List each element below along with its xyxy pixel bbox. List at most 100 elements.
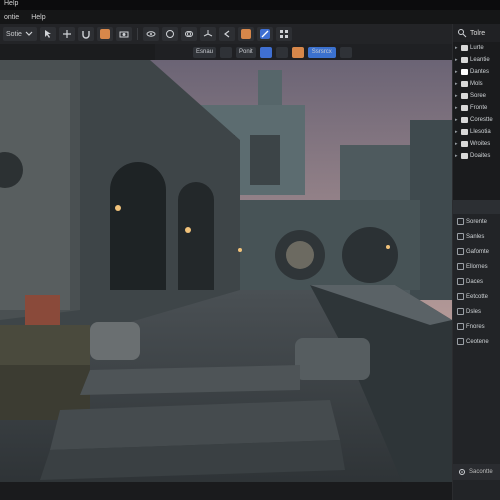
orange-cube-button[interactable] <box>237 27 254 41</box>
select-tool-button[interactable] <box>39 27 56 41</box>
expand-arrow-icon[interactable]: ▸ <box>455 93 459 99</box>
outliner-header: Tolre <box>453 24 500 42</box>
outliner-item[interactable]: ▸ Mols <box>453 78 500 90</box>
property-label: Ellornes <box>466 263 488 270</box>
property-row[interactable]: Ceotene <box>453 334 500 349</box>
expand-arrow-icon[interactable]: ▸ <box>455 45 459 51</box>
property-row[interactable]: Fnores <box>453 319 500 334</box>
collection-icon <box>461 105 468 111</box>
property-label: Eetcotte <box>466 293 489 300</box>
arrow-left-icon <box>222 29 232 39</box>
property-label: Sanles <box>466 233 485 240</box>
collection-icon <box>461 93 468 99</box>
property-icon <box>457 263 464 270</box>
expand-arrow-icon[interactable]: ▸ <box>455 81 459 87</box>
shading-dropdown[interactable]: Ssrsrcx <box>307 46 336 58</box>
menubar: ontie Help <box>0 10 500 24</box>
properties-tab-bar <box>453 200 500 214</box>
overlay-button[interactable] <box>180 27 197 41</box>
property-label: Fnores <box>466 323 485 330</box>
collection-icon <box>461 153 468 159</box>
viewport-menu-2[interactable]: Ponit <box>236 46 256 58</box>
transform-button[interactable] <box>58 27 75 41</box>
property-icon <box>457 278 464 285</box>
outliner-title: Tolre <box>470 29 486 37</box>
property-row[interactable]: Sorente <box>453 214 500 229</box>
viewport-tool-blue[interactable] <box>259 46 272 58</box>
overlay-icon <box>184 29 194 39</box>
menu-item-help[interactable]: Help <box>31 14 45 21</box>
viewport-tool-3[interactable] <box>339 46 352 58</box>
property-label: Ceotene <box>466 338 489 345</box>
property-row[interactable]: Dsles <box>453 304 500 319</box>
annotate-button[interactable] <box>256 27 273 41</box>
properties-footer[interactable]: Sacontte <box>453 464 500 480</box>
outliner-item[interactable]: ▸ Llesotia <box>453 126 500 138</box>
outliner-item-label: Soree <box>470 93 487 99</box>
outliner-item[interactable]: ▸ Fronte <box>453 102 500 114</box>
3d-viewport[interactable] <box>0 60 452 500</box>
pen-icon <box>259 29 270 39</box>
outliner-item[interactable]: ▸ Wroites <box>453 138 500 150</box>
back-button[interactable] <box>218 27 235 41</box>
collection-icon <box>461 45 468 51</box>
expand-arrow-icon[interactable]: ▸ <box>455 141 459 147</box>
menu-item-1[interactable]: ontie <box>4 14 19 21</box>
outliner-item[interactable]: ▸ Soree <box>453 90 500 102</box>
outliner-item-label: Lurte <box>470 45 484 51</box>
outliner-item-label: Leantie <box>470 57 490 63</box>
outliner-item[interactable]: ▸ Leantie <box>453 54 500 66</box>
property-icon <box>457 248 464 255</box>
expand-arrow-icon[interactable]: ▸ <box>455 153 459 159</box>
property-label: Dsles <box>466 308 482 315</box>
outliner-item-label: Mols <box>470 81 483 87</box>
mode-dropdown[interactable]: Sotie <box>3 27 37 41</box>
collection-icon <box>461 81 468 87</box>
property-label: Daces <box>466 278 484 285</box>
outliner-item[interactable]: ▸ Dantes <box>453 66 500 78</box>
gizmo-button[interactable] <box>199 27 216 41</box>
outliner-item-label: Dantes <box>470 69 490 75</box>
expand-arrow-icon[interactable]: ▸ <box>455 105 459 111</box>
viewport-tool-2[interactable] <box>275 46 288 58</box>
toolbar-divider <box>136 28 138 40</box>
property-row[interactable]: Gafomte <box>453 244 500 259</box>
property-row[interactable]: Daces <box>453 274 500 289</box>
grid-icon <box>279 29 289 39</box>
search-icon[interactable] <box>457 28 467 38</box>
chevron-down-icon <box>24 29 34 39</box>
viewport-tool-1[interactable] <box>220 46 233 58</box>
more-button[interactable] <box>275 27 292 41</box>
property-icon <box>457 338 464 345</box>
camera-icon <box>119 29 129 39</box>
viewport-menu-1[interactable]: Esnau <box>193 46 217 58</box>
viewport-tool-orange[interactable] <box>291 46 304 58</box>
snap-button[interactable] <box>77 27 94 41</box>
property-icon <box>457 218 464 225</box>
property-icon <box>457 323 464 330</box>
outliner-item-label: Fronte <box>470 105 488 111</box>
expand-arrow-icon[interactable]: ▸ <box>455 117 459 123</box>
view-toggle-button[interactable] <box>142 27 159 41</box>
viewport-header: Esnau Ponit Ssrsrcx <box>155 44 452 60</box>
property-row[interactable]: Sanles <box>453 229 500 244</box>
property-label: Gafomte <box>466 248 490 255</box>
camera-button[interactable] <box>115 27 132 41</box>
outliner-item-label: Llesotia <box>470 129 491 135</box>
proportional-button[interactable] <box>161 27 178 41</box>
collection-icon <box>461 141 468 147</box>
cube-icon <box>240 29 251 39</box>
outliner-item[interactable]: ▸ Lurte <box>453 42 500 54</box>
property-row[interactable]: Ellornes <box>453 259 500 274</box>
eye-icon <box>146 29 156 39</box>
outliner-item[interactable]: ▸ Doaites <box>453 150 500 162</box>
expand-arrow-icon[interactable]: ▸ <box>455 69 459 75</box>
expand-arrow-icon[interactable]: ▸ <box>455 57 459 63</box>
circle-icon <box>165 29 175 39</box>
magnet-icon <box>81 29 91 39</box>
expand-arrow-icon[interactable]: ▸ <box>455 129 459 135</box>
outliner-item[interactable]: ▸ Corestte <box>453 114 500 126</box>
property-row[interactable]: Eetcotte <box>453 289 500 304</box>
property-icon <box>457 233 464 240</box>
orange-tool-button[interactable] <box>96 27 113 41</box>
